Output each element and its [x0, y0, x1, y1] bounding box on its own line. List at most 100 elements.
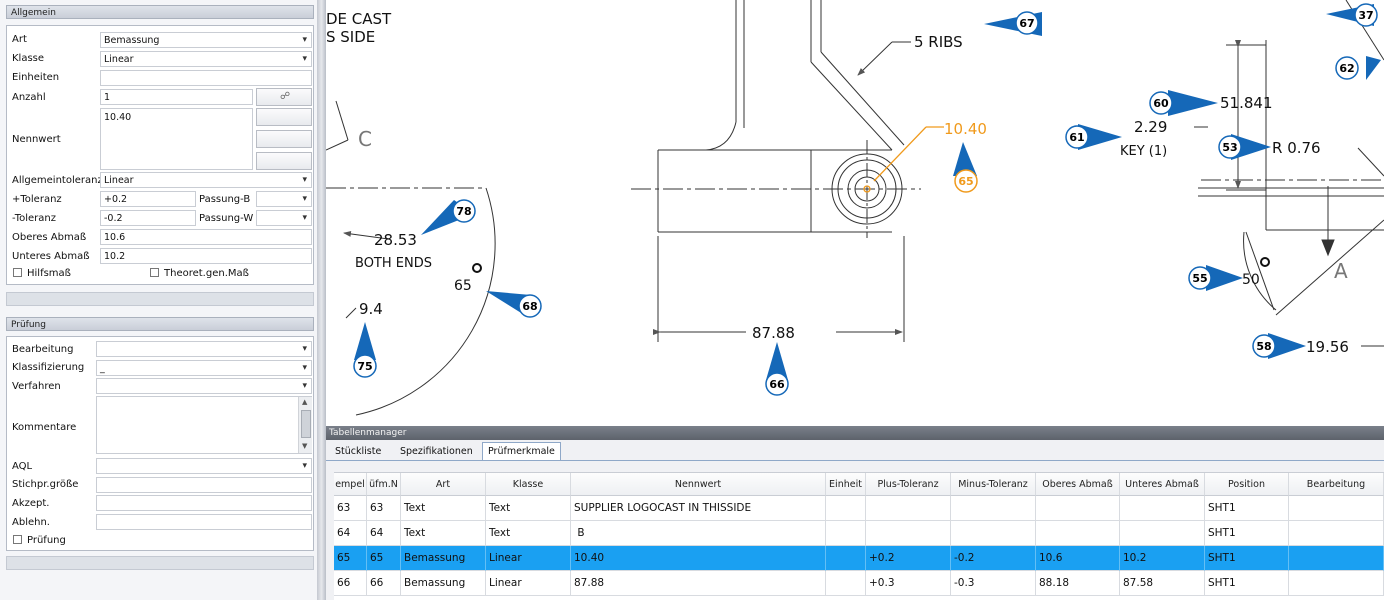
- ablehn-field[interactable]: [96, 514, 312, 530]
- cell-unteres-abmass: [1120, 496, 1205, 521]
- nennwert-button-1[interactable]: [256, 108, 312, 126]
- tab-pruefmerkmale[interactable]: Prüfmerkmale: [482, 442, 561, 461]
- verfahren-select[interactable]: [96, 378, 312, 394]
- dim-10-40[interactable]: 10.40: [944, 120, 987, 138]
- drawing-canvas[interactable]: DE CAST S SIDE 5 RIBS 28.53 BOTH ENDS 65…: [326, 0, 1384, 420]
- plus-toleranz-field[interactable]: +0.2: [100, 191, 196, 207]
- passung-b-select[interactable]: [256, 191, 312, 207]
- balloon-65[interactable]: 65: [953, 142, 978, 193]
- einheiten-field[interactable]: [100, 70, 312, 86]
- scroll-thumb[interactable]: [301, 410, 311, 438]
- tab-spezifikationen[interactable]: Spezifikationen: [395, 443, 478, 460]
- aql-select[interactable]: [96, 458, 312, 474]
- dim-r-0-76[interactable]: R 0.76: [1272, 139, 1321, 157]
- cell-oberes-abmass: [1036, 496, 1120, 521]
- tab-stueckliste[interactable]: Stückliste: [330, 443, 386, 460]
- nennwert-button-2[interactable]: [256, 130, 312, 148]
- col-header-klasse[interactable]: Klasse: [486, 473, 571, 496]
- scroll-down-icon[interactable]: ▼: [302, 442, 307, 450]
- scroll-up-icon[interactable]: ▲: [302, 398, 307, 406]
- dim-28-53[interactable]: 28.53: [374, 231, 417, 249]
- anzahl-field[interactable]: 1: [100, 89, 253, 105]
- col-header-stempel[interactable]: empel: [334, 473, 367, 496]
- cell-pruefm-nr: 66: [367, 571, 401, 596]
- balloon-75[interactable]: 75: [353, 322, 377, 378]
- cell-einheit: [826, 521, 866, 546]
- pruefung-checkbox-label: Prüfung: [27, 535, 66, 546]
- balloon-68[interactable]: 68: [486, 291, 542, 318]
- verfahren-label: Verfahren: [12, 381, 61, 392]
- col-header-minus-toleranz[interactable]: Minus-Toleranz: [951, 473, 1036, 496]
- balloon-58[interactable]: 58: [1252, 333, 1306, 359]
- col-header-pruefm-nr[interactable]: üfm.N: [367, 473, 401, 496]
- kommentare-label: Kommentare: [12, 422, 77, 433]
- balloon-67[interactable]: 67: [984, 11, 1042, 36]
- dim-65-angle[interactable]: 65: [454, 278, 472, 294]
- akzept-field[interactable]: [96, 495, 312, 511]
- col-header-bearbeitung[interactable]: Bearbeitung: [1289, 473, 1384, 496]
- cell-einheit: [826, 546, 866, 571]
- cell-position: SHT1: [1205, 496, 1289, 521]
- nennwert-button-3[interactable]: [256, 152, 312, 170]
- balloon-60[interactable]: 60: [1149, 90, 1218, 116]
- balloon-61[interactable]: 61: [1065, 124, 1122, 150]
- minus-toleranz-field[interactable]: -0.2: [100, 210, 196, 226]
- dim-2-29[interactable]: 2.29: [1134, 118, 1167, 136]
- cell-nennwert: SUPPLIER LOGOCAST IN THISSIDE: [571, 496, 826, 521]
- stichpr-field[interactable]: [96, 477, 312, 493]
- ribs-note: 5 RIBS: [914, 33, 963, 51]
- cell-plus-toleranz: [866, 496, 951, 521]
- allgemeintoleranz-select[interactable]: Linear: [100, 172, 312, 188]
- passung-b-label: Passung-B: [199, 194, 251, 205]
- kommentare-textarea[interactable]: [96, 396, 312, 454]
- panel-splitter[interactable]: [317, 0, 326, 600]
- cell-bearbeitung: [1289, 496, 1384, 521]
- table-row[interactable]: 63 63 Text Text SUPPLIER LOGOCAST IN THI…: [334, 496, 1384, 521]
- cell-oberes-abmass: 88.18: [1036, 571, 1120, 596]
- passung-w-select[interactable]: [256, 210, 312, 226]
- col-header-position[interactable]: Position: [1205, 473, 1289, 496]
- balloon-37[interactable]: 37: [1326, 3, 1378, 27]
- dim-51-841[interactable]: 51.841: [1220, 94, 1273, 112]
- balloon-78[interactable]: 78: [421, 199, 476, 235]
- kommentare-scrollbar[interactable]: ▲ ▼: [298, 397, 312, 453]
- anzahl-link-button[interactable]: ☍: [256, 88, 312, 106]
- cell-bearbeitung: [1289, 546, 1384, 571]
- cell-einheit: [826, 496, 866, 521]
- balloon-60-label: 60: [1153, 97, 1169, 110]
- theoret-checkbox[interactable]: [150, 268, 159, 277]
- unteres-abmass-field[interactable]: 10.2: [100, 248, 312, 264]
- nennwert-textarea[interactable]: 10.40: [100, 108, 253, 170]
- note-line-2: S SIDE: [326, 28, 375, 46]
- col-header-unteres-abmass[interactable]: Unteres Abmaß: [1120, 473, 1205, 496]
- dim-19-56[interactable]: 19.56: [1306, 338, 1349, 356]
- cell-art: Bemassung: [401, 571, 486, 596]
- pruefung-checkbox[interactable]: [13, 535, 22, 544]
- group-spacer: [6, 292, 314, 306]
- klassifizierung-select[interactable]: _: [96, 360, 312, 376]
- col-header-plus-toleranz[interactable]: Plus-Toleranz: [866, 473, 951, 496]
- art-select[interactable]: Bemassung: [100, 32, 312, 48]
- properties-panel: Allgemein Art Bemassung Klasse Linear Ei…: [0, 0, 317, 600]
- anzahl-label: Anzahl: [12, 92, 46, 103]
- hilfsmass-checkbox[interactable]: [13, 268, 22, 277]
- dim-87-88[interactable]: 87.88: [752, 324, 795, 342]
- balloon-55[interactable]: 55: [1188, 265, 1243, 291]
- table-row[interactable]: 64 64 Text Text B SHT1: [334, 521, 1384, 546]
- col-header-einheit[interactable]: Einheit: [826, 473, 866, 496]
- klasse-label: Klasse: [12, 53, 45, 64]
- balloon-53[interactable]: 53: [1218, 134, 1271, 160]
- oberes-abmass-field[interactable]: 10.6: [100, 229, 312, 245]
- balloon-62-label: 62: [1339, 62, 1354, 75]
- col-header-oberes-abmass[interactable]: Oberes Abmaß: [1036, 473, 1120, 496]
- bearbeitung-select[interactable]: [96, 341, 312, 357]
- dim-50[interactable]: 50: [1242, 272, 1260, 288]
- col-header-art[interactable]: Art: [401, 473, 486, 496]
- dim-9-4[interactable]: 9.4: [359, 300, 383, 318]
- balloon-62[interactable]: 62: [1335, 56, 1381, 80]
- col-header-nennwert[interactable]: Nennwert: [571, 473, 826, 496]
- table-row[interactable]: 66 66 Bemassung Linear 87.88 +0.3 -0.3 8…: [334, 571, 1384, 596]
- klasse-select[interactable]: Linear: [100, 51, 312, 67]
- table-row-selected[interactable]: 65 65 Bemassung Linear 10.40 +0.2 -0.2 1…: [334, 546, 1384, 571]
- balloon-66[interactable]: 66: [765, 342, 789, 396]
